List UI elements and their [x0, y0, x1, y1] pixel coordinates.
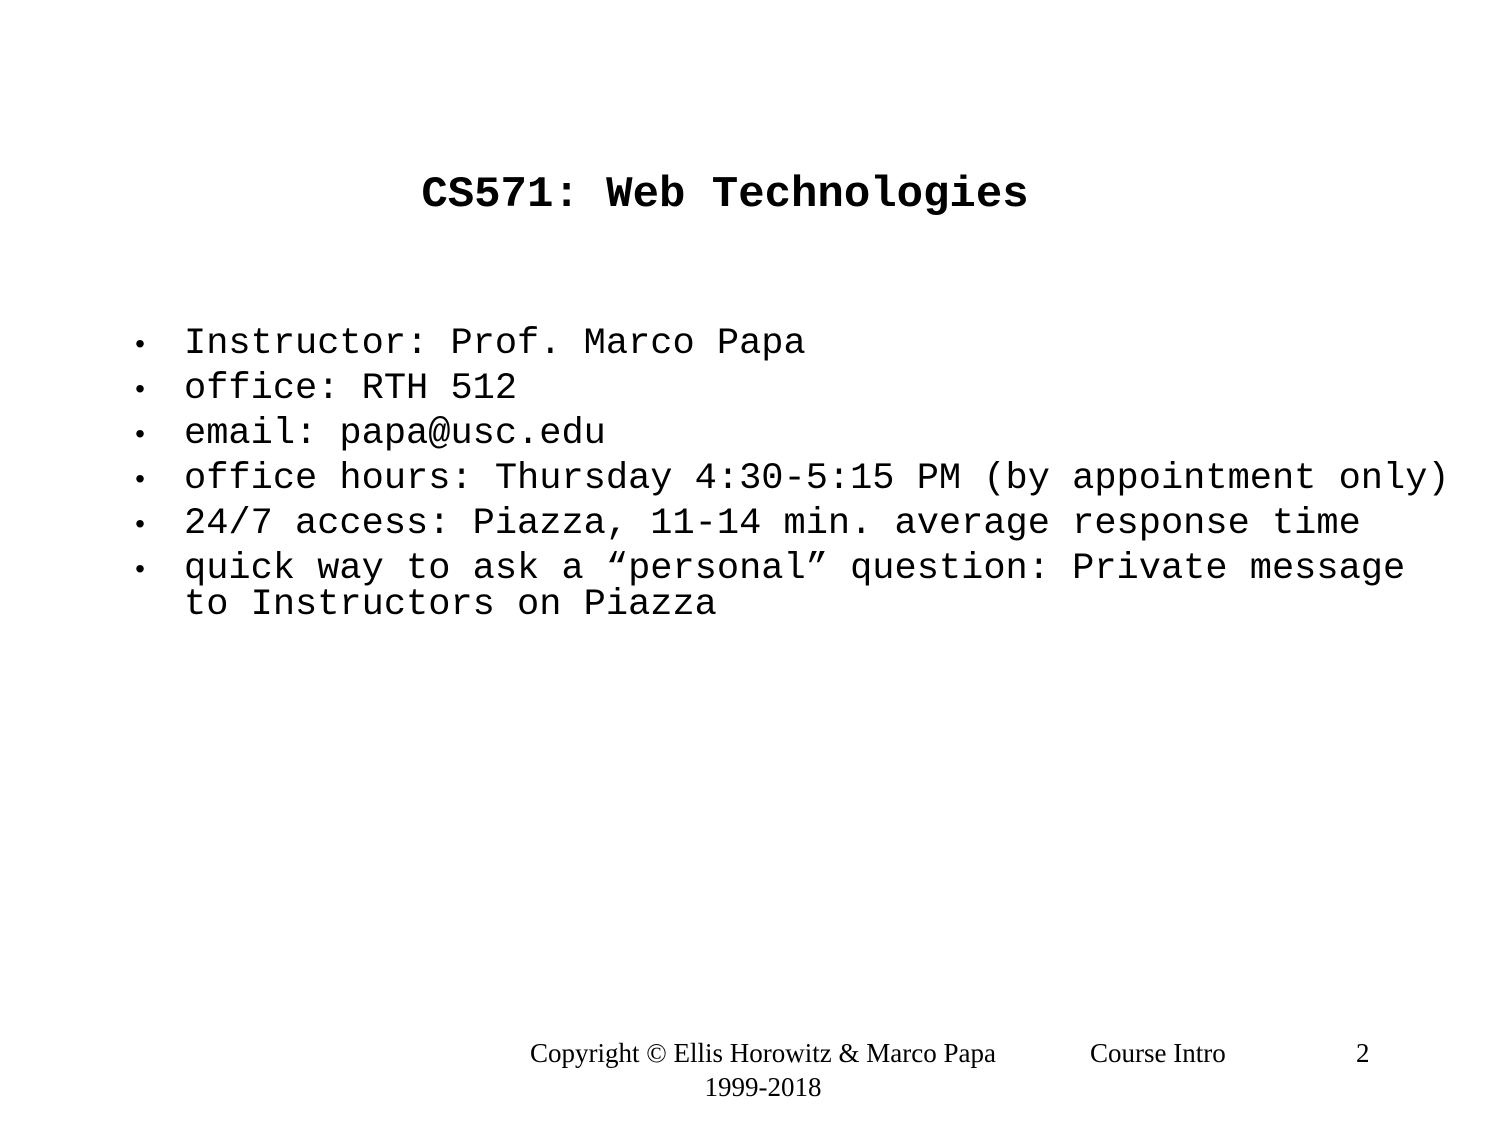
slide: CS571: Web Technologies • Instructor: Pr…	[0, 0, 1500, 1125]
bullet-list: • Instructor: Prof. Marco Papa • office:…	[130, 326, 1470, 632]
bullet-text: Instructor: Prof. Marco Papa	[184, 323, 806, 365]
bullet-item: • 24/7 access: Piazza, 11-14 min. averag…	[130, 503, 1470, 545]
footer-course-label: Course Intro	[1090, 1038, 1226, 1068]
page-number: 2	[1356, 1038, 1370, 1068]
bullet-item: • quick way to ask a “personal” question…	[130, 548, 1470, 626]
bullet-text: email: papa@usc.edu	[184, 413, 606, 455]
bullet-text: 24/7 access: Piazza, 11-14 min. average …	[184, 503, 1361, 545]
copyright-line: Copyright © Ellis Horowitz & Marco Papa	[530, 1038, 996, 1068]
bullet-item: • office: RTH 512	[130, 368, 1470, 410]
bullet-item: • Instructor: Prof. Marco Papa	[130, 323, 1470, 365]
bullet-text: quick way to ask a “personal” question: …	[184, 548, 1406, 626]
bullet-icon: •	[135, 328, 145, 359]
bullet-item: • office hours: Thursday 4:30-5:15 PM (b…	[130, 458, 1470, 500]
bullet-text: office hours: Thursday 4:30-5:15 PM (by …	[184, 458, 1450, 500]
bullet-icon: •	[135, 553, 145, 584]
slide-title: CS571: Web Technologies	[421, 170, 1029, 220]
bullet-icon: •	[135, 508, 145, 539]
bullet-icon: •	[135, 373, 145, 404]
copyright-years: 1999-2018	[704, 1072, 822, 1102]
bullet-icon: •	[135, 418, 145, 449]
bullet-text: office: RTH 512	[184, 368, 518, 410]
footer-copyright: Copyright © Ellis Horowitz & Marco Papa …	[500, 1036, 1026, 1104]
bullet-icon: •	[135, 463, 145, 494]
bullet-item: • email: papa@usc.edu	[130, 413, 1470, 455]
